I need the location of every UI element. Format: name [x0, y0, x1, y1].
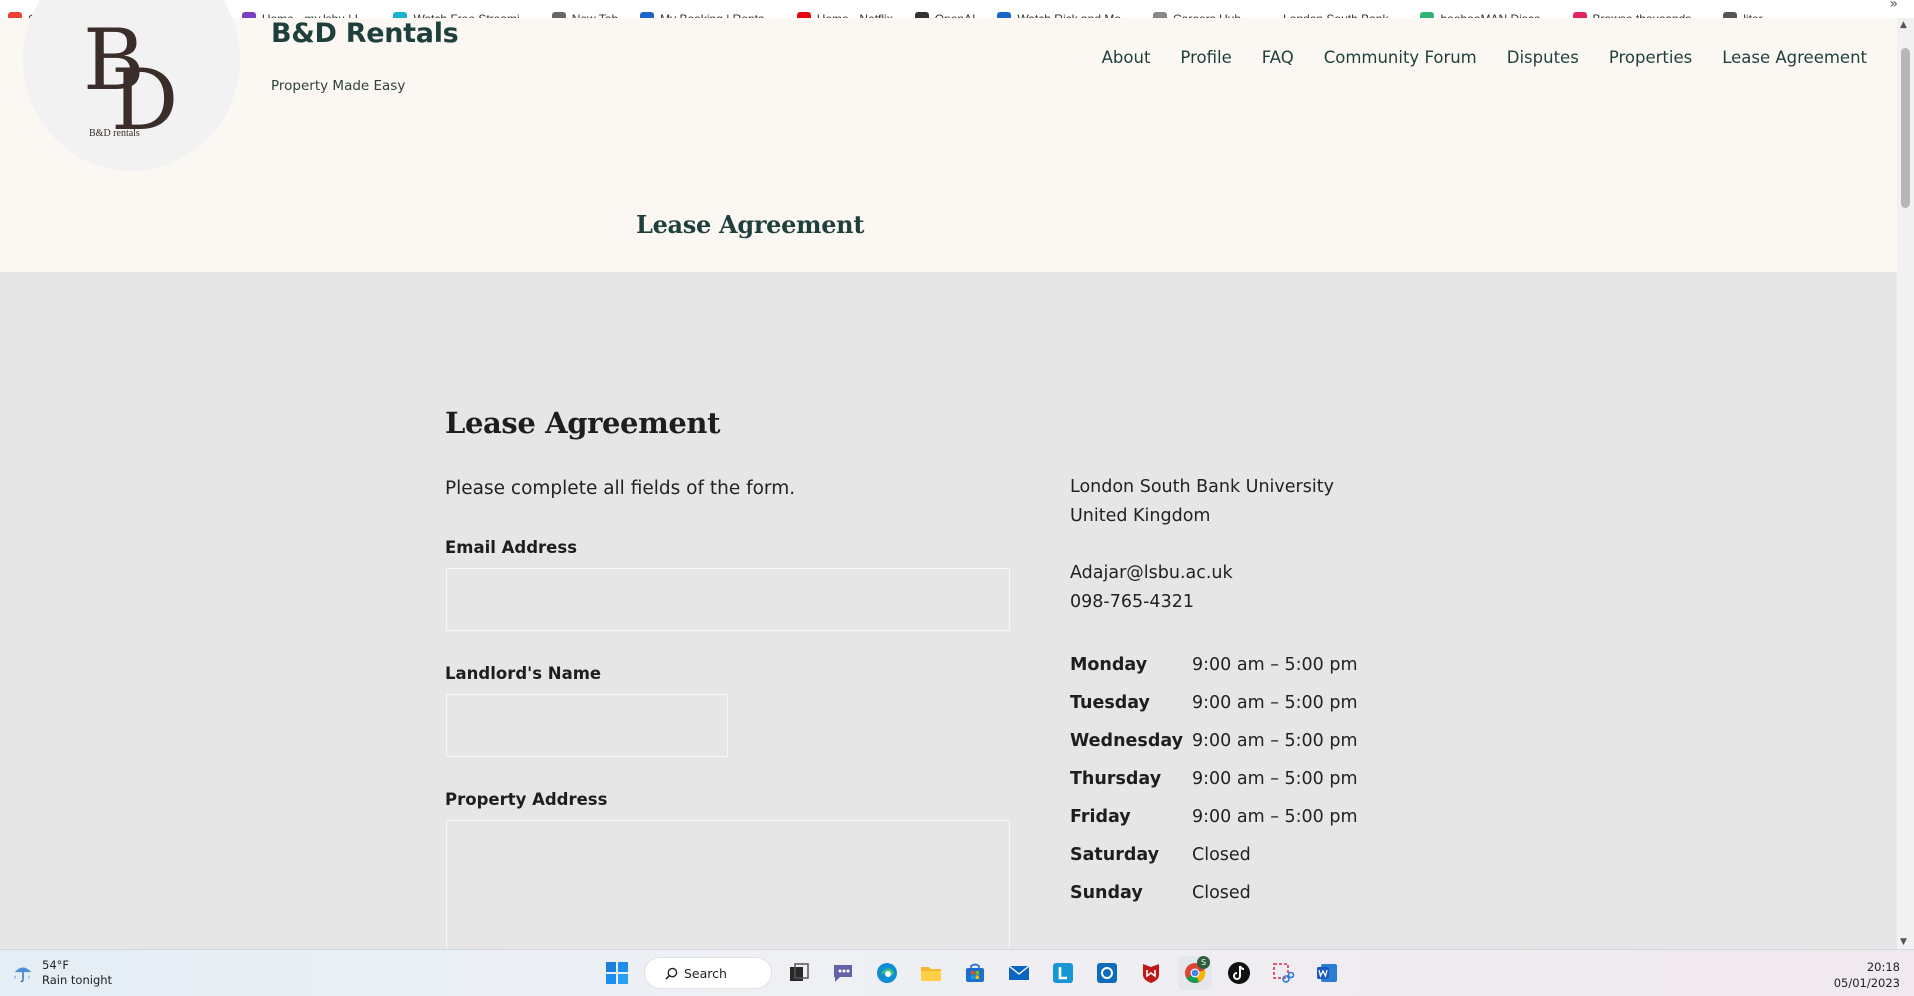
property-address-label: Property Address	[445, 790, 608, 809]
weather-widget[interactable]: 54°F Rain tonight	[12, 958, 112, 988]
mail-icon[interactable]	[1002, 956, 1036, 990]
chrome-icon[interactable]: S	[1178, 956, 1212, 990]
hours-row: Monday 9:00 am – 5:00 pm	[1070, 646, 1358, 684]
scroll-up-icon[interactable]: ▲	[1900, 20, 1907, 30]
nav-community-forum[interactable]: Community Forum	[1324, 48, 1477, 67]
landlord-name-field[interactable]	[446, 694, 728, 757]
word-icon[interactable]	[1310, 956, 1344, 990]
nav-faq[interactable]: FAQ	[1262, 48, 1294, 67]
hours-row: Wednesday 9:00 am – 5:00 pm	[1070, 722, 1358, 760]
contact-phone[interactable]: 098-765-4321	[1070, 588, 1233, 617]
hours-time: 9:00 am – 5:00 pm	[1192, 731, 1358, 751]
nav-lease-agreement[interactable]: Lease Agreement	[1722, 48, 1867, 67]
contact-address: London South Bank University United King…	[1070, 473, 1334, 531]
windows-taskbar: 54°F Rain tonight Search S 20:18 05/01/2…	[0, 949, 1914, 996]
hours-time: 9:00 am – 5:00 pm	[1192, 807, 1358, 827]
email-field[interactable]	[446, 568, 1010, 631]
scroll-down-icon[interactable]: ▼	[1900, 937, 1907, 947]
taskbar-search-label: Search	[684, 965, 727, 981]
contact-details: Adajar@lsbu.ac.uk 098-765-4321	[1070, 559, 1233, 617]
page-heading: Lease Agreement	[636, 210, 865, 239]
hours-row: Thursday 9:00 am – 5:00 pm	[1070, 760, 1358, 798]
hours-row: Friday 9:00 am – 5:00 pm	[1070, 798, 1358, 836]
weather-temperature: 54°F	[42, 958, 69, 972]
weather-forecast: Rain tonight	[42, 973, 113, 987]
clock-time: 20:18	[1866, 960, 1900, 974]
hours-row: Tuesday 9:00 am – 5:00 pm	[1070, 684, 1358, 722]
nav-disputes[interactable]: Disputes	[1507, 48, 1579, 67]
chrome-profile-badge: S	[1197, 956, 1210, 969]
site-title[interactable]: B&D Rentals	[271, 18, 459, 49]
main-nav: About Profile FAQ Community Forum Disput…	[1102, 48, 1867, 67]
taskbar-apps: Search S	[600, 956, 1344, 990]
hours-time: 9:00 am – 5:00 pm	[1192, 769, 1358, 789]
nav-profile[interactable]: Profile	[1180, 48, 1231, 67]
tiktok-icon[interactable]	[1222, 956, 1256, 990]
page-scrollbar[interactable]: ▲ ▼	[1897, 18, 1914, 949]
hours-day: Thursday	[1070, 769, 1162, 789]
hours-day: Monday	[1070, 655, 1148, 675]
hours-day: Wednesday	[1070, 731, 1184, 751]
microsoft-store-icon[interactable]	[958, 956, 992, 990]
hours-day: Tuesday	[1070, 693, 1150, 713]
email-label: Email Address	[445, 538, 578, 557]
nav-properties[interactable]: Properties	[1609, 48, 1692, 67]
rain-umbrella-icon	[14, 967, 32, 983]
hours-day: Sunday	[1070, 883, 1143, 903]
taskbar-search[interactable]: Search	[644, 957, 772, 989]
hours-row: Saturday Closed	[1070, 836, 1358, 874]
site-header: B D B&D rentals B&D Rentals Property Mad…	[0, 0, 1897, 272]
contact-org: London South Bank University	[1070, 477, 1334, 497]
form-instructions: Please complete all fields of the form.	[445, 478, 796, 499]
contact-email[interactable]: Adajar@lsbu.ac.uk	[1070, 559, 1233, 588]
hours-day: Saturday	[1070, 845, 1160, 865]
opening-hours: Monday 9:00 am – 5:00 pm Tuesday 9:00 am –…	[1070, 646, 1358, 912]
bookmarks-bar: GmailYouTubeMapsHome - my.lsbu | L...Wat…	[0, 0, 1914, 18]
logo-caption: B&D rentals	[89, 128, 140, 139]
l-app-icon[interactable]	[1046, 956, 1080, 990]
clock-date: 05/01/2023	[1833, 976, 1900, 990]
file-explorer-icon[interactable]	[914, 956, 948, 990]
site-logo[interactable]: B D B&D rentals	[23, 0, 240, 171]
contact-country: United Kingdom	[1070, 506, 1211, 526]
mcafee-icon[interactable]	[1134, 956, 1168, 990]
hours-day: Friday	[1070, 807, 1131, 827]
hours-time: Closed	[1192, 845, 1251, 865]
landlord-name-label: Landlord's Name	[445, 664, 602, 683]
start-icon[interactable]	[600, 956, 634, 990]
scroll-thumb[interactable]	[1901, 48, 1910, 208]
hours-time: Closed	[1192, 883, 1251, 903]
more-bookmarks-icon[interactable]: »	[1889, 0, 1898, 12]
hours-time: 9:00 am – 5:00 pm	[1192, 693, 1358, 713]
task-view-icon[interactable]	[782, 956, 816, 990]
outlook-icon[interactable]	[1090, 956, 1124, 990]
nav-about[interactable]: About	[1102, 48, 1151, 67]
hours-time: 9:00 am – 5:00 pm	[1192, 655, 1358, 675]
form-title: Lease Agreement	[445, 406, 721, 440]
taskbar-clock[interactable]: 20:18 05/01/2023	[1834, 959, 1900, 991]
hours-row: Sunday Closed	[1070, 874, 1358, 912]
edge-icon[interactable]	[870, 956, 904, 990]
site-tagline: Property Made Easy	[271, 78, 406, 94]
search-icon	[665, 967, 678, 980]
property-address-field[interactable]	[446, 820, 1010, 952]
snipping-tool-icon[interactable]	[1266, 956, 1300, 990]
teams-chat-icon[interactable]	[826, 956, 860, 990]
